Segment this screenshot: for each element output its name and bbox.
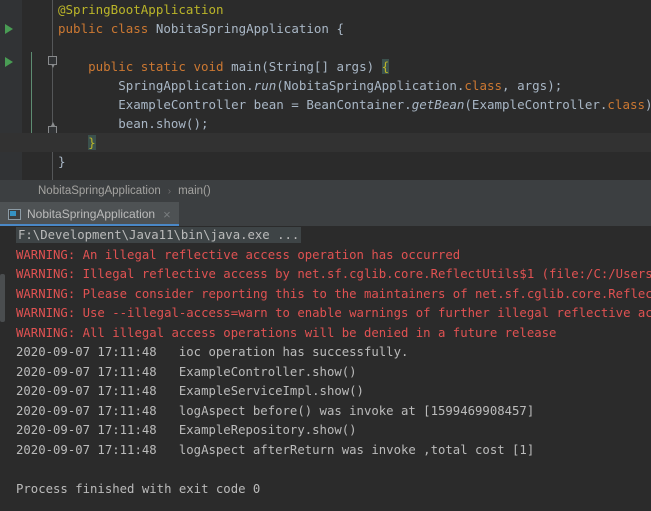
code-token: class: [110, 21, 149, 36]
code-token: ExampleController bean = BeanContainer.: [58, 97, 412, 112]
console-line[interactable]: WARNING: Use --illegal-access=warn to en…: [8, 304, 651, 324]
code-line[interactable]: }: [0, 133, 651, 152]
code-line[interactable]: bean.show();: [0, 114, 651, 133]
code-token: public: [58, 21, 104, 36]
code-line[interactable]: public class NobitaSpringApplication {: [0, 19, 651, 38]
code-token: }: [88, 135, 96, 150]
code-line[interactable]: [0, 38, 651, 57]
run-tab-label: NobitaSpringApplication: [27, 207, 156, 221]
console-line[interactable]: WARNING: An illegal reflective access op…: [8, 246, 651, 266]
console-line[interactable]: 2020-09-07 17:11:48 logAspect before() w…: [8, 402, 651, 422]
console-line[interactable]: WARNING: Please consider reporting this …: [8, 285, 651, 305]
breadcrumb-method[interactable]: main(): [178, 185, 211, 197]
console-line[interactable]: 2020-09-07 17:11:48 ExampleRepository.sh…: [8, 421, 651, 441]
code-token: {: [381, 59, 390, 74]
code-line[interactable]: public static void main(String[] args) {: [0, 57, 651, 76]
code-token: (NobitaSpringApplication.: [276, 78, 465, 93]
run-tool-window: NobitaSpringApplication × F:\Development…: [0, 202, 651, 511]
command-line-text: F:\Development\Java11\bin\java.exe ...: [16, 227, 302, 243]
run-tab-bar: NobitaSpringApplication ×: [0, 202, 651, 226]
code-token: static: [140, 59, 186, 74]
chevron-right-icon: ›: [167, 185, 172, 197]
console-line[interactable]: WARNING: All illegal access operations w…: [8, 324, 651, 344]
code-token: main: [231, 59, 262, 74]
breadcrumb-class[interactable]: NobitaSpringApplication: [38, 185, 161, 197]
console-lines[interactable]: F:\Development\Java11\bin\java.exe ... WA…: [8, 226, 651, 499]
code-token: public: [88, 59, 134, 74]
code-token: getBean: [411, 97, 465, 112]
console-scrollbar-thumb[interactable]: [0, 274, 5, 322]
run-tab[interactable]: NobitaSpringApplication ×: [0, 202, 179, 226]
code-line[interactable]: SpringApplication.run(NobitaSpringApplic…: [0, 76, 651, 95]
console-line[interactable]: 2020-09-07 17:11:48 ExampleServiceImpl.s…: [8, 382, 651, 402]
code-token: (ExampleController.: [464, 97, 608, 112]
code-line[interactable]: @SpringBootApplication: [0, 0, 651, 19]
code-token: (String[] args): [261, 59, 382, 74]
code-token: @SpringBootApplication: [58, 2, 224, 17]
code-token: }: [58, 154, 66, 169]
code-token: );: [645, 97, 651, 112]
code-text[interactable]: @SpringBootApplication public class Nobit…: [0, 0, 651, 171]
code-line[interactable]: }: [0, 152, 651, 171]
code-token: NobitaSpringApplication {: [148, 21, 344, 36]
code-token: SpringApplication.: [58, 78, 254, 93]
console-line[interactable]: 2020-09-07 17:11:48 ioc operation has su…: [8, 343, 651, 363]
console-line[interactable]: WARNING: Illegal reflective access by ne…: [8, 265, 651, 285]
ide-window: @SpringBootApplication public class Nobit…: [0, 0, 651, 511]
breadcrumb[interactable]: NobitaSpringApplication › main(): [0, 180, 651, 202]
console-left-rail: [0, 226, 8, 511]
code-token: bean.show();: [58, 116, 209, 131]
console-output-panel[interactable]: F:\Development\Java11\bin\java.exe ... WA…: [0, 226, 651, 511]
code-editor[interactable]: @SpringBootApplication public class Nobit…: [0, 0, 651, 180]
code-token: run: [253, 78, 277, 93]
code-token: void: [193, 59, 224, 74]
console-icon: [8, 208, 21, 220]
console-line[interactable]: 2020-09-07 17:11:48 logAspect afterRetur…: [8, 441, 651, 461]
code-token: class: [607, 97, 646, 112]
console-line[interactable]: F:\Development\Java11\bin\java.exe ...: [8, 226, 651, 246]
code-token: class: [464, 78, 503, 93]
code-token: , args);: [502, 78, 563, 93]
code-line[interactable]: ExampleController bean = BeanContainer.g…: [0, 95, 651, 114]
close-icon[interactable]: ×: [161, 208, 171, 221]
console-line[interactable]: Process finished with exit code 0: [8, 480, 651, 500]
console-line[interactable]: 2020-09-07 17:11:48 ExampleController.sh…: [8, 363, 651, 383]
console-line[interactable]: [8, 460, 651, 480]
